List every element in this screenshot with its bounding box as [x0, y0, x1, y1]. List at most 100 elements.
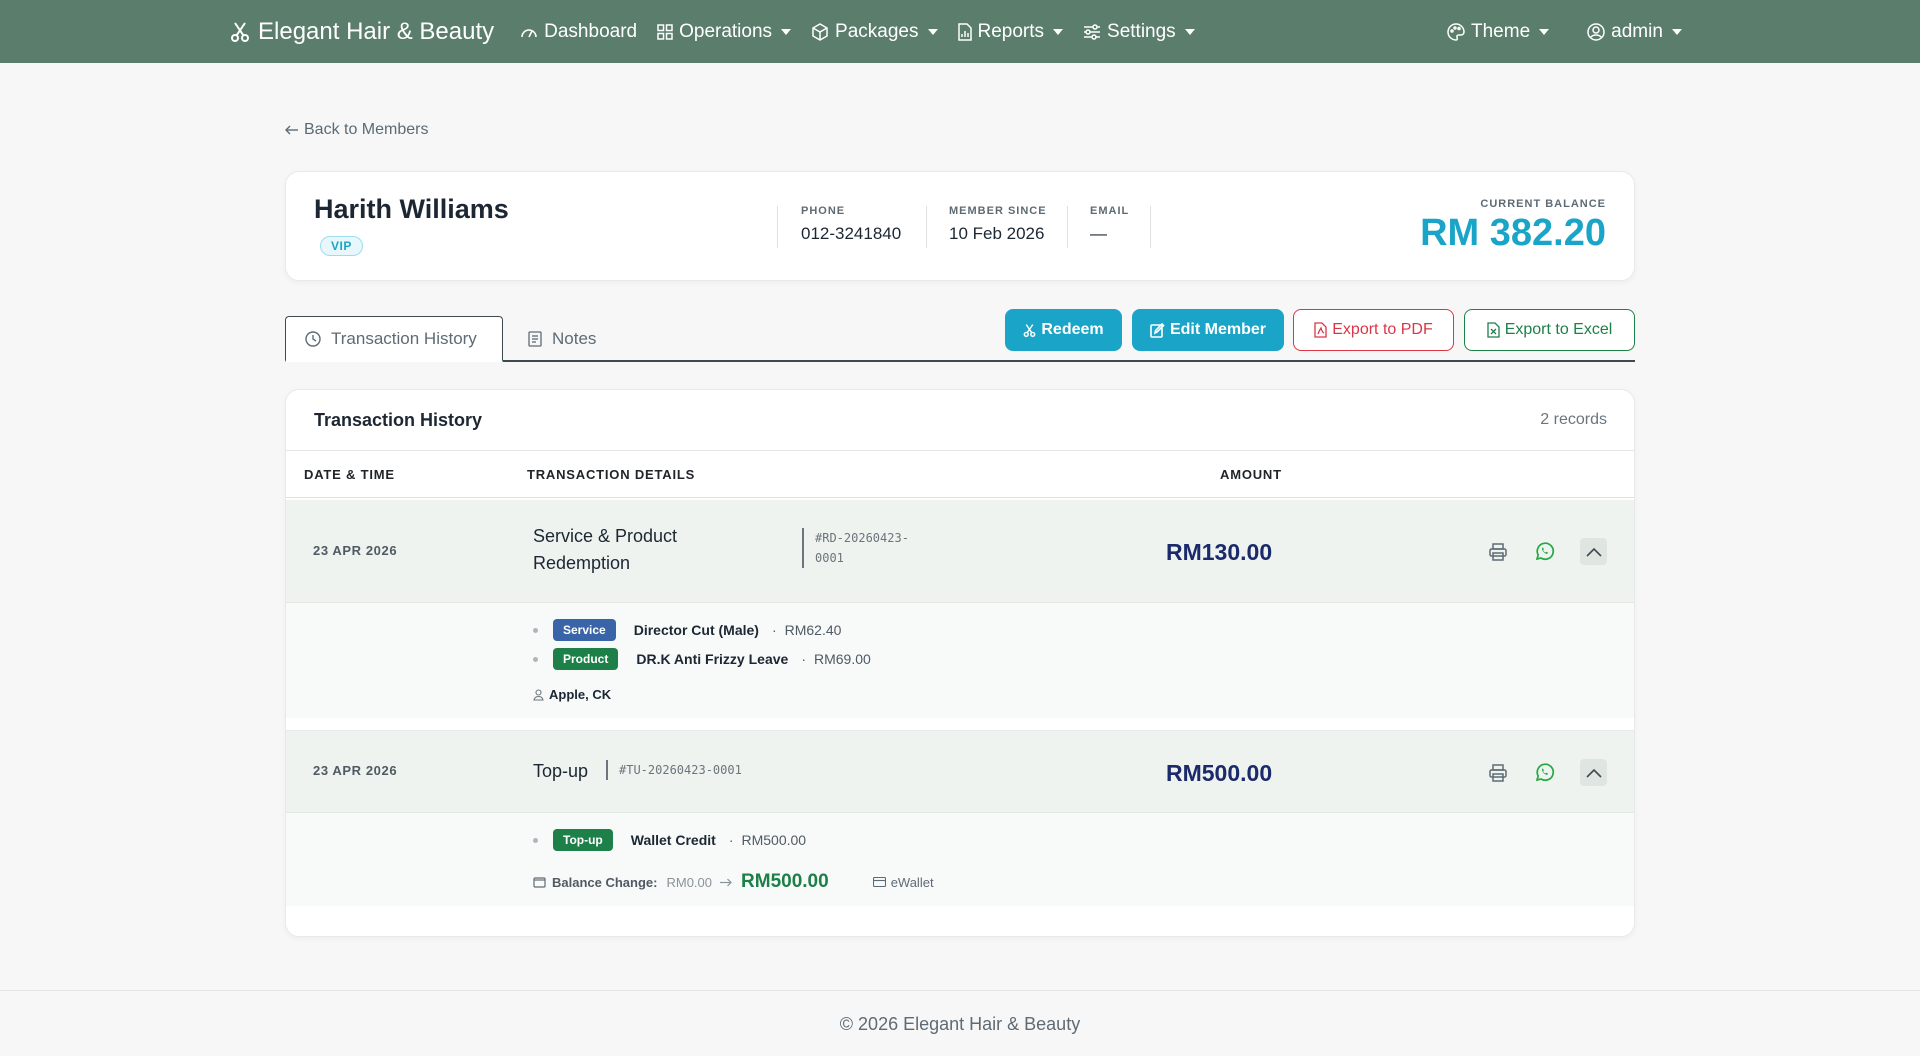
balance-from: RM0.00 [666, 874, 713, 890]
bullet [533, 656, 538, 662]
item-separator: · [728, 832, 734, 848]
chevron-down-icon [781, 28, 792, 35]
row-details: Top-up Wallet Credit · RM500.00 Balance … [286, 812, 1634, 906]
item-name: DR.K Anti Frizzy Leave [636, 651, 789, 667]
export-pdf-label: Export to PDF [1332, 321, 1433, 338]
member-phone: PHONE 012-3241840 [801, 205, 901, 244]
user-circle-icon [1587, 22, 1605, 41]
chevron-up-icon [1585, 547, 1602, 557]
brand-link[interactable]: Elegant Hair & Beauty [230, 18, 494, 46]
edit-icon [1150, 322, 1165, 338]
chevron-down-icon [1671, 28, 1682, 35]
redeem-label: Redeem [1041, 321, 1104, 338]
column-amount: AMOUNT [1220, 467, 1282, 482]
back-to-members-link[interactable]: Back to Members [285, 121, 428, 139]
bullet [533, 837, 538, 843]
row-amount: RM500.00 [1166, 760, 1273, 786]
copyright-text: © 2026 Elegant Hair & Beauty [839, 1014, 1081, 1034]
edit-member-button[interactable]: Edit Member [1132, 309, 1284, 351]
row-amount: RM130.00 [1166, 539, 1273, 565]
member-email: EMAIL — [1090, 205, 1129, 244]
nav-dashboard-label: Dashboard [544, 20, 638, 42]
balance-to: RM500.00 [741, 871, 829, 892]
tab-notes-label: Notes [552, 329, 597, 348]
chevron-down-icon [1539, 28, 1550, 35]
back-label: Back to Members [304, 121, 429, 138]
payment-method-label: eWallet [890, 874, 934, 890]
member-since: MEMBER SINCE 10 Feb 2026 [949, 205, 1047, 244]
export-excel-label: Export to Excel [1504, 321, 1613, 338]
divider [926, 206, 927, 248]
records-count: 2 records [1540, 411, 1607, 428]
clock-icon [305, 330, 321, 347]
member-tier-badge: VIP [320, 236, 363, 256]
whatsapp-icon[interactable] [1534, 762, 1555, 783]
whatsapp-icon[interactable] [1534, 541, 1555, 562]
transaction-history-card: Transaction History 2 records DATE & TIM… [285, 389, 1635, 937]
member-since-label: MEMBER SINCE [949, 205, 1047, 217]
chevron-down-icon [1184, 28, 1195, 35]
redeem-button[interactable]: Redeem [1005, 309, 1122, 351]
nav-dashboard[interactable]: Dashboard [520, 21, 637, 43]
export-pdf-button[interactable]: Export to PDF [1293, 309, 1454, 351]
item-price: RM69.00 [813, 651, 871, 667]
grid-icon [657, 23, 673, 40]
nav-reports[interactable]: Reports [957, 21, 1064, 43]
item-name: Director Cut (Male) [633, 622, 759, 638]
list-item: Service Director Cut (Male) · RM62.40 [533, 619, 841, 641]
collapse-toggle[interactable] [1580, 538, 1607, 565]
page-footer: © 2026 Elegant Hair & Beauty [0, 990, 1920, 1056]
export-excel-button[interactable]: Export to Excel [1464, 309, 1635, 351]
item-type-badge: Top-up [553, 829, 613, 851]
nav-user-label: admin [1611, 20, 1663, 42]
person-icon [533, 688, 544, 701]
top-navbar: Elegant Hair & Beauty Dashboard Operatio… [0, 0, 1920, 63]
speedometer-icon [521, 28, 537, 37]
phone-value: 012-3241840 [801, 224, 902, 243]
member-summary-card: Harith Williams VIP PHONE 012-3241840 ME… [285, 171, 1635, 281]
table-row[interactable]: 23 APR 2026 Service & Product Redemption… [286, 500, 1634, 602]
scissors-icon [1023, 323, 1036, 337]
edit-member-label: Edit Member [1169, 321, 1266, 338]
wallet-icon [533, 877, 546, 888]
phone-label: PHONE [801, 205, 846, 217]
nav-user-menu[interactable]: admin [1587, 21, 1682, 43]
palette-icon [1447, 22, 1465, 41]
staff-label: Apple, CK [549, 687, 612, 702]
nav-operations[interactable]: Operations [657, 20, 792, 43]
collapse-toggle[interactable] [1580, 759, 1607, 786]
journal-icon [528, 331, 542, 347]
row-reference-line2: 0001 [815, 551, 844, 565]
row-reference: #RD-20260423- 0001 [802, 528, 909, 568]
nav-packages-label: Packages [835, 20, 919, 42]
credit-card-icon [872, 877, 886, 887]
chevron-down-icon [927, 28, 938, 35]
tab-transaction-history[interactable]: Transaction History [285, 316, 503, 362]
row-title: Top-up [533, 761, 589, 781]
column-date: DATE & TIME [304, 467, 395, 482]
item-type-badge: Product [553, 648, 619, 670]
nav-settings[interactable]: Settings [1083, 21, 1195, 43]
nav-theme[interactable]: Theme [1447, 21, 1550, 43]
printer-icon[interactable] [1488, 763, 1508, 783]
payment-method: eWallet [872, 874, 934, 890]
column-details: TRANSACTION DETAILS [527, 467, 696, 482]
nav-packages[interactable]: Packages [811, 20, 938, 43]
member-since-value: 10 Feb 2026 [949, 224, 1045, 243]
transaction-card-title: Transaction History [314, 410, 483, 430]
divider [1150, 206, 1151, 248]
table-header: DATE & TIME TRANSACTION DETAILS AMOUNT [286, 450, 1634, 498]
item-name: Wallet Credit [630, 832, 716, 848]
list-item: Top-up Wallet Credit · RM500.00 [533, 829, 806, 851]
list-item: Product DR.K Anti Frizzy Leave · RM69.00 [533, 648, 871, 670]
row-details: Service Director Cut (Male) · RM62.40 Pr… [286, 602, 1634, 718]
nav-operations-label: Operations [679, 20, 773, 42]
printer-icon[interactable] [1488, 542, 1508, 562]
sliders-icon [1084, 23, 1101, 40]
row-title: Service & Product Redemption [533, 523, 677, 577]
table-row[interactable]: 23 APR 2026 Top-up #TU-20260423-0001 RM5… [286, 730, 1634, 812]
item-separator: · [771, 622, 777, 638]
item-price: RM62.40 [784, 622, 842, 638]
tab-notes[interactable]: Notes [528, 316, 596, 362]
row-date: 23 APR 2026 [313, 543, 398, 558]
